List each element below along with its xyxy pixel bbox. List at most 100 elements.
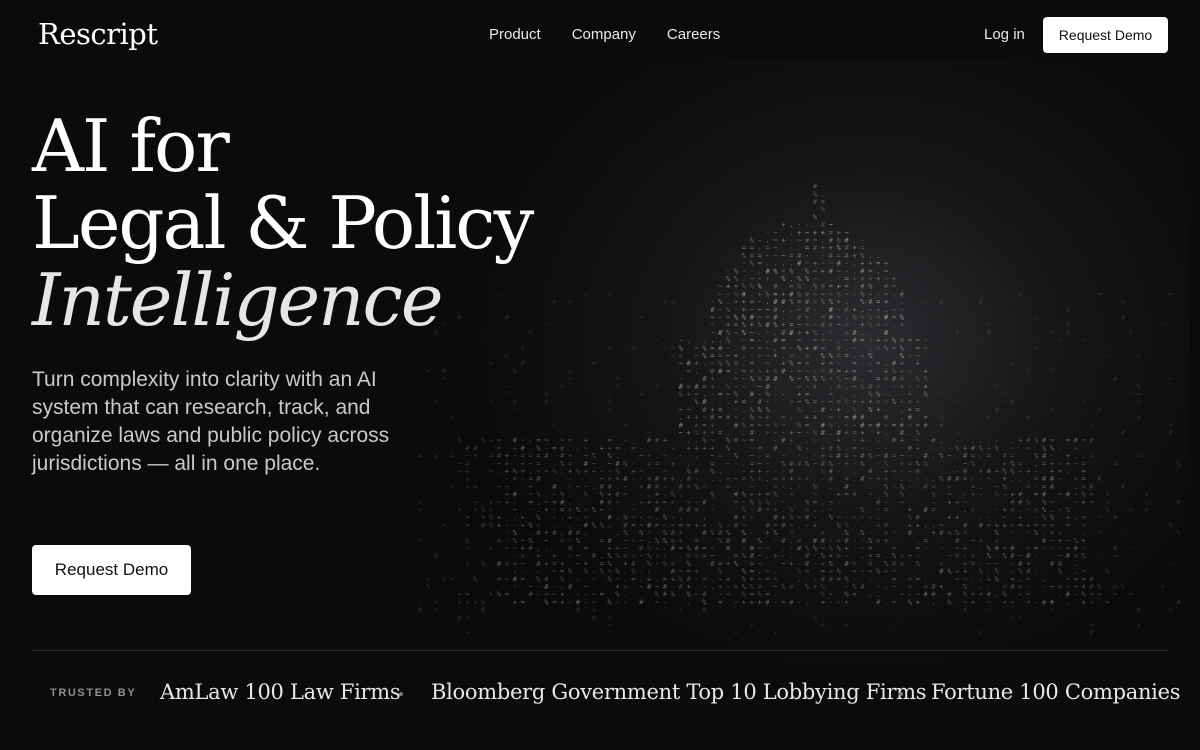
ascii-glyph: =: [631, 521, 635, 529]
ascii-glyph: +: [1113, 514, 1117, 522]
ascii-glyph: +: [608, 406, 612, 414]
ascii-glyph: -: [1042, 545, 1046, 553]
ascii-glyph: ~: [987, 367, 991, 375]
ascii-glyph: +: [671, 460, 675, 468]
ascii-glyph: .: [615, 406, 619, 414]
ascii-glyph: #: [939, 568, 944, 576]
ascii-glyph: =: [465, 521, 469, 529]
ascii-glyph: =: [1066, 437, 1070, 445]
ascii-glyph: ~: [465, 545, 469, 553]
ascii-glyph: %: [631, 344, 636, 352]
ascii-glyph: %: [924, 391, 929, 399]
ascii-glyph: =: [845, 352, 849, 360]
nav-link-careers[interactable]: Careers: [667, 26, 720, 43]
ascii-glyph: =: [489, 468, 493, 476]
ascii-glyph: ~: [600, 506, 604, 514]
ascii-glyph: .: [884, 429, 888, 437]
ascii-glyph: -: [1145, 475, 1149, 483]
separator-dot: [899, 692, 903, 696]
ascii-glyph: ~: [1050, 583, 1054, 591]
ascii-glyph: +: [781, 237, 785, 245]
ascii-glyph: .: [939, 622, 943, 630]
nav-request-demo-button[interactable]: Request Demo: [1043, 17, 1168, 53]
ascii-glyph: %: [742, 552, 747, 560]
nav-link-company[interactable]: Company: [572, 26, 636, 43]
ascii-glyph: .: [1034, 568, 1038, 576]
trusted-item-bloomberg: Bloomberg Government Top 10 Lobbying Fir…: [431, 680, 927, 704]
ascii-glyph: .: [924, 429, 928, 437]
ascii-glyph: =: [931, 506, 935, 514]
ascii-glyph: =: [868, 421, 872, 429]
ascii-glyph: -: [521, 398, 525, 406]
ascii-glyph: .: [797, 498, 801, 506]
ascii-glyph: -: [465, 352, 469, 360]
ascii-glyph: ~: [1010, 298, 1014, 306]
ascii-glyph: =: [908, 337, 912, 345]
ascii-glyph: -: [805, 521, 809, 529]
ascii-glyph: ~: [663, 344, 667, 352]
hero-request-demo-button[interactable]: Request Demo: [32, 545, 191, 595]
ascii-glyph: #: [734, 521, 739, 529]
ascii-glyph: -: [647, 329, 651, 337]
ascii-glyph: =: [987, 414, 991, 422]
ascii-glyph: .: [1113, 437, 1117, 445]
ascii-glyph: =: [718, 452, 722, 460]
ascii-glyph: %: [1050, 329, 1055, 337]
ascii-glyph: =: [552, 598, 556, 606]
ascii-glyph: =: [600, 591, 604, 599]
ascii-glyph: =: [687, 367, 691, 375]
ascii-glyph: %: [1082, 552, 1087, 560]
ascii-glyph: %: [544, 598, 549, 606]
ascii-glyph: #: [852, 491, 857, 499]
ascii-glyph: .: [521, 491, 525, 499]
ascii-glyph: -: [781, 391, 785, 399]
ascii-glyph: .: [1050, 622, 1054, 630]
ascii-glyph: .: [1018, 352, 1022, 360]
ascii-glyph: +: [845, 598, 849, 606]
ascii-glyph: -: [544, 298, 548, 306]
ascii-glyph: ~: [497, 483, 501, 491]
login-link[interactable]: Log in: [984, 26, 1025, 43]
ascii-glyph: -: [639, 552, 643, 560]
ascii-glyph: ~: [623, 491, 627, 499]
ascii-glyph: -: [868, 514, 872, 522]
ascii-glyph: #: [544, 452, 549, 460]
ascii-glyph: ~: [900, 498, 904, 506]
ascii-glyph: .: [1137, 491, 1141, 499]
ascii-glyph: .: [473, 429, 477, 437]
ascii-glyph: ~: [679, 429, 683, 437]
ascii-glyph: %: [860, 460, 865, 468]
ascii-glyph: -: [505, 614, 509, 622]
ascii-glyph: =: [766, 575, 770, 583]
ascii-glyph: %: [1168, 521, 1173, 529]
ascii-glyph: %: [829, 514, 834, 522]
ascii-glyph: =: [568, 437, 572, 445]
ascii-glyph: +: [473, 598, 477, 606]
ascii-glyph: =: [789, 583, 793, 591]
ascii-glyph: ~: [1168, 560, 1172, 568]
ascii-glyph: %: [995, 575, 1000, 583]
ascii-glyph: %: [821, 206, 826, 214]
ascii-glyph: #: [687, 506, 692, 514]
ascii-glyph: .: [908, 429, 912, 437]
ascii-glyph: +: [924, 298, 928, 306]
ascii-glyph: +: [773, 552, 777, 560]
ascii-glyph: %: [1050, 367, 1055, 375]
ascii-glyph: %: [615, 552, 620, 560]
ascii-glyph: .: [592, 483, 596, 491]
ascii-glyph: .: [860, 552, 864, 560]
ascii-glyph: .: [529, 437, 533, 445]
ascii-glyph: =: [473, 483, 477, 491]
ascii-glyph: =: [718, 598, 722, 606]
ascii-glyph: =: [1137, 452, 1141, 460]
nav-link-product[interactable]: Product: [489, 26, 541, 43]
ascii-glyph: +: [694, 521, 698, 529]
ascii-glyph: #: [1066, 306, 1071, 314]
brand-logo[interactable]: Rescript: [38, 17, 158, 51]
ascii-glyph: .: [1058, 444, 1062, 452]
ascii-glyph: =: [876, 552, 880, 560]
ascii-glyph: %: [876, 568, 881, 576]
ascii-glyph: %: [781, 275, 786, 283]
ascii-glyph: ~: [1082, 337, 1086, 345]
ascii-glyph: #: [829, 575, 834, 583]
